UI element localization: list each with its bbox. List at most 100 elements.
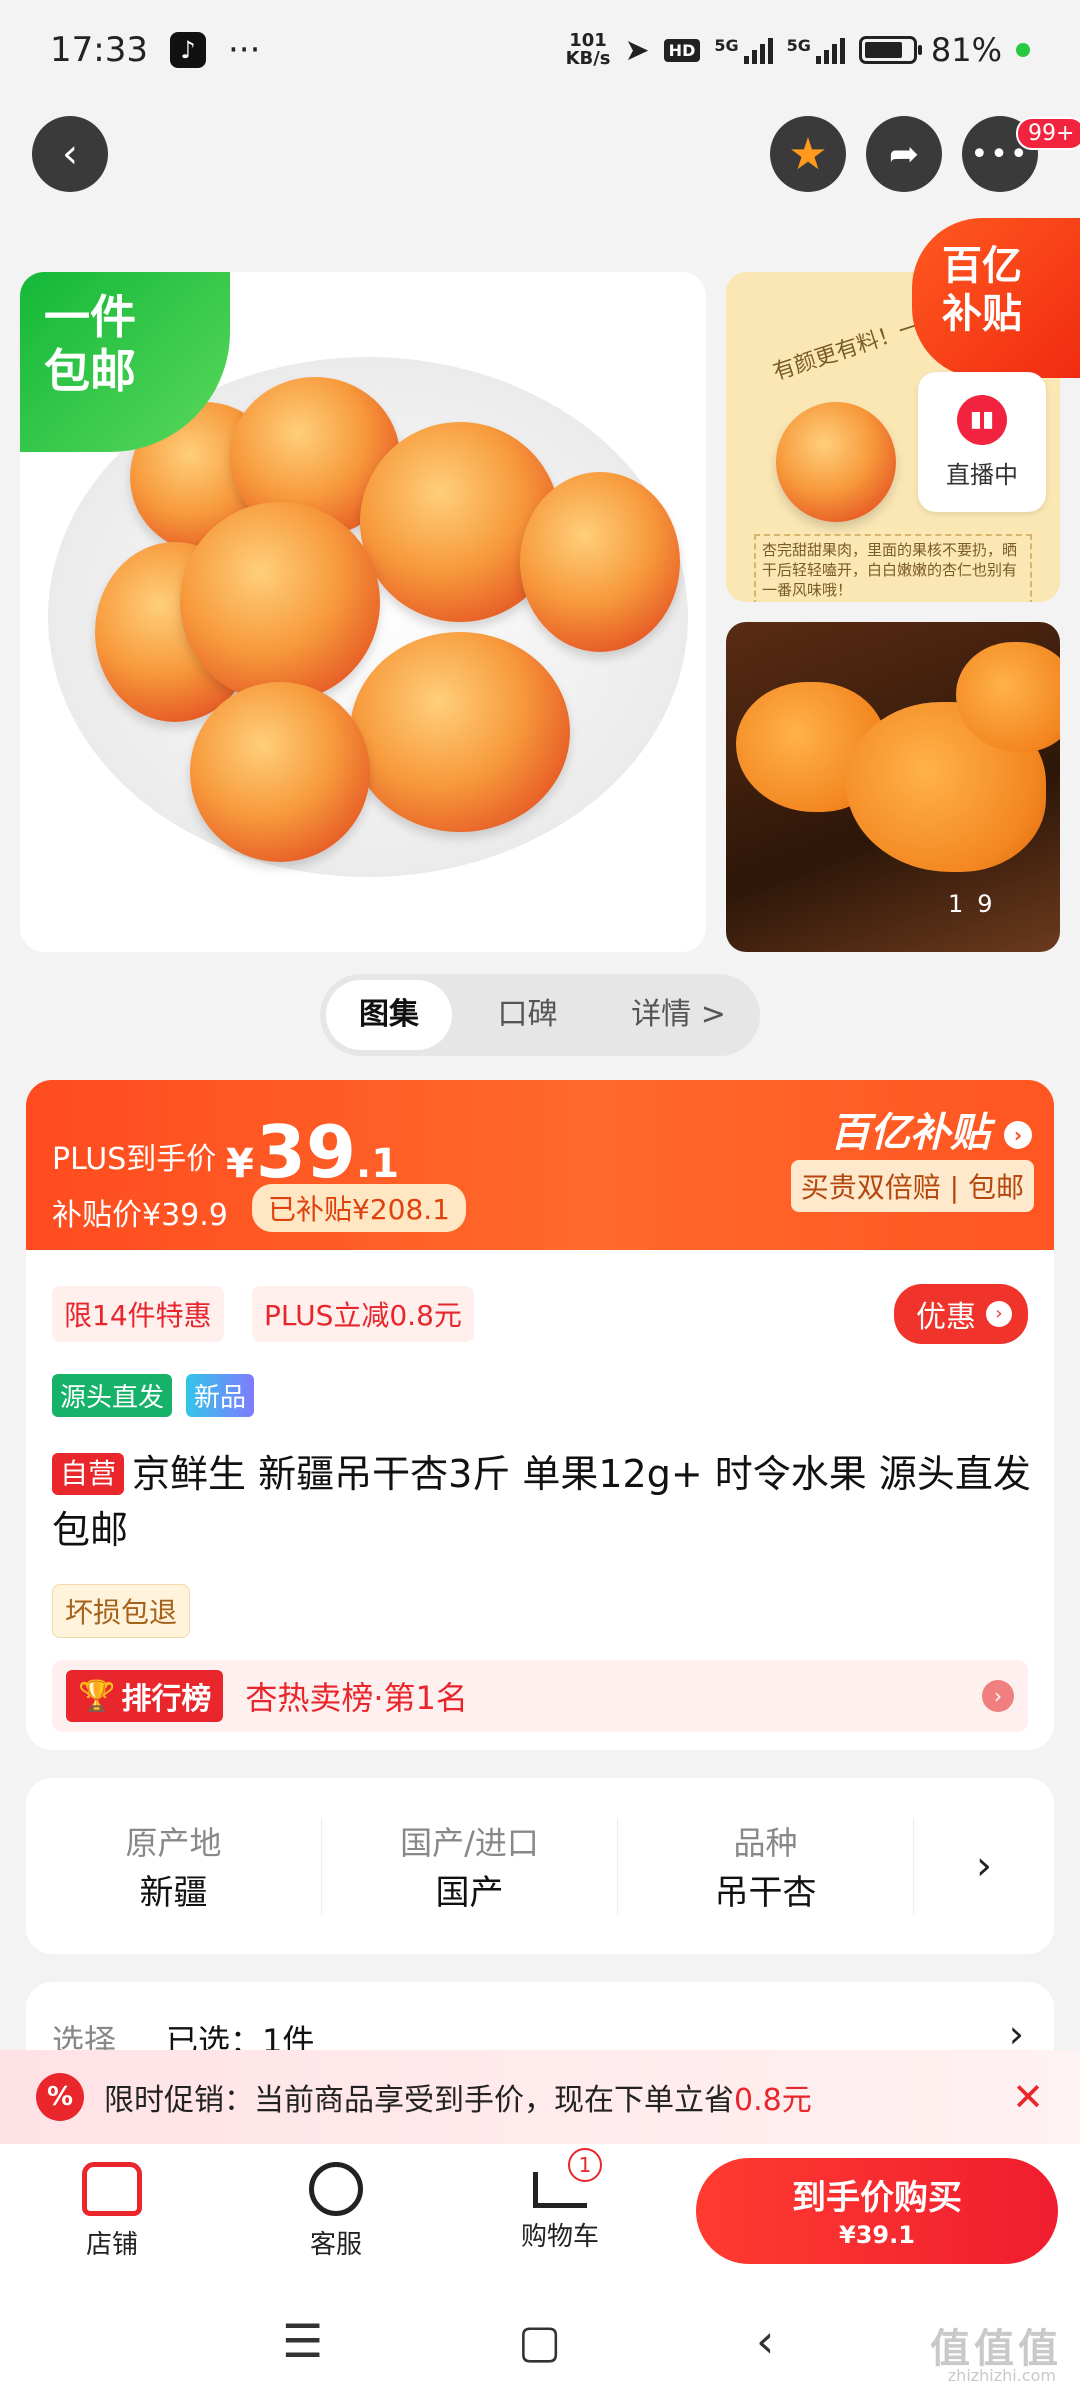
tab-gallery[interactable]: 图集 [326, 980, 452, 1050]
subsidy-badge-line1: 百亿 [942, 243, 1022, 289]
apricot-graphic [520, 472, 680, 652]
back-button[interactable]: ‹ [32, 116, 108, 192]
customer-service-button[interactable]: 客服 [276, 2162, 396, 2261]
apricot-graphic [180, 502, 380, 702]
status-more-dots: ··· [227, 30, 261, 70]
location-icon: ➤ [624, 32, 650, 68]
apricot-graphic [190, 682, 370, 862]
customer-service-label: 客服 [309, 2230, 362, 2260]
percent-icon: % [36, 2073, 84, 2121]
ranking-bar[interactable]: 🏆 排行榜 杏热卖榜·第1名 › [52, 1660, 1028, 1732]
buy-now-button[interactable]: 到手价购买 ¥39.1 [696, 2158, 1058, 2264]
apricot-graphic [776, 402, 896, 522]
privacy-indicator-dot [1016, 43, 1030, 57]
promo-banner[interactable]: % 限时促销：当前商品享受到手价，现在下单立省 0.8元 ✕ [0, 2050, 1080, 2144]
network-type-1: 5G [714, 36, 739, 55]
attribute-key: 国产/进口 [400, 1824, 539, 1862]
shop-button[interactable]: 店铺 [52, 2162, 172, 2261]
gallery-tabs: 图集 口碑 详情 > [320, 974, 760, 1056]
product-title-text: 京鲜生 新疆吊干杏3斤 单果12g+ 时令水果 源头直发包邮 [52, 1452, 1031, 1552]
price-currency: ¥ [226, 1141, 254, 1187]
signal-icon-2: 5G [787, 36, 845, 64]
apricot-graphic [350, 632, 570, 832]
trophy-icon: 🏆 [78, 1678, 116, 1714]
plus-price-label: PLUS到手价 [52, 1142, 217, 1177]
ranking-badge-label: 排行榜 [121, 1682, 212, 1717]
subsidy-price: 补贴价¥39.9 [52, 1198, 228, 1233]
side-image-note: 杏完甜甜果肉，里面的果核不要扔，晒干后轻轻嗑开，白白嫩嫩的杏仁也别有一番风味哦！ [754, 534, 1032, 602]
self-operated-tag: 自营 [52, 1453, 125, 1495]
final-price: ¥39.1 [226, 1110, 399, 1194]
image-counter-current: 1 [948, 890, 978, 918]
ranking-badge: 🏆 排行榜 [66, 1670, 224, 1722]
chat-icon [309, 2162, 363, 2216]
price-integer: 39 [255, 1110, 357, 1194]
battery-icon [858, 36, 922, 64]
cart-button[interactable]: 购物车 [500, 2162, 620, 2253]
subsidy-logo-text: 百亿补贴 [830, 1110, 991, 1156]
price-card: PLUS到手价 ¥39.1 补贴价¥39.9 已补贴¥208.1 百亿补贴 › … [26, 1080, 1054, 1250]
live-label: 直播中 [946, 460, 1018, 489]
subsidy-corner-badge: 百亿 补贴 [912, 218, 1080, 378]
battery-level: 81% [930, 31, 1002, 69]
subsidy-logo[interactable]: 百亿补贴 › [830, 1100, 1032, 1158]
tab-reviews[interactable]: 口碑 [452, 980, 603, 1050]
source-direct-tag: 源头直发 [52, 1374, 173, 1417]
tab-details[interactable]: 详情 > [603, 980, 754, 1050]
attribute-value: 吊干杏 [714, 1873, 817, 1913]
live-stream-entry[interactable]: ▮▮ 直播中 [918, 372, 1046, 512]
chevron-right-icon: › [986, 1301, 1012, 1327]
attribute-value: 国产 [435, 1873, 504, 1913]
home-icon[interactable]: ▢ [518, 2314, 561, 2368]
attribute-key: 品种 [733, 1824, 798, 1862]
network-type-2: 5G [786, 36, 811, 55]
shop-label: 店铺 [85, 2230, 138, 2260]
attribute-origin: 原产地 新疆 [26, 1818, 322, 1914]
cart-label: 购物车 [520, 2222, 599, 2252]
subsidy-badge-line2: 补贴 [942, 291, 1022, 337]
share-button[interactable]: ➦ [866, 116, 942, 192]
share-icon: ➦ [888, 133, 920, 175]
price-decimal: .1 [356, 1141, 400, 1187]
damage-refund-tag: 坏损包退 [52, 1584, 191, 1638]
main-product-image[interactable]: 一件包邮 [20, 272, 706, 952]
attribute-domestic-import: 国产/进口 国产 [322, 1818, 618, 1914]
back-icon[interactable]: ‹ [756, 2314, 774, 2368]
menu-icon[interactable]: ☰ [282, 2314, 323, 2368]
close-icon[interactable]: ✕ [1012, 2075, 1044, 2119]
attribute-key: 原产地 [125, 1824, 222, 1862]
attribute-value: 新疆 [139, 1873, 208, 1913]
image-counter: 19 [948, 890, 1007, 918]
subsidy-amount-tag: 已补贴¥208.1 [252, 1184, 466, 1232]
chevron-right-icon: › [982, 1680, 1014, 1712]
notification-badge: 99+ [1016, 117, 1080, 150]
product-info-card: 限14件特惠 PLUS立减0.8元 优惠 › 源头直发 新品 自营 京鲜生 新疆吊… [26, 1250, 1054, 1750]
system-nav-bar: ☰ ▢ ‹ [0, 2284, 1080, 2400]
side-image-2[interactable] [726, 622, 1060, 952]
net-speed-unit: KB/s [565, 48, 611, 69]
chevron-right-icon: › [1004, 1121, 1032, 1149]
status-time: 17:33 [50, 30, 148, 70]
limited-offer-chip: 限14件特惠 [52, 1286, 224, 1342]
chevron-right-icon[interactable]: › [914, 1843, 1054, 1889]
buy-now-label: 到手价购买 [792, 2178, 962, 2218]
coupon-button[interactable]: 优惠 › [894, 1284, 1028, 1344]
ranking-text: 杏热卖榜·第1名 [245, 1679, 468, 1717]
back-arrow-icon: ‹ [62, 131, 78, 177]
hd-icon: HD [663, 38, 701, 62]
star-icon: ★ [788, 128, 828, 180]
coupon-label: 优惠 [916, 1300, 976, 1335]
live-icon: ▮▮ [957, 394, 1007, 445]
favorite-button[interactable]: ★ [770, 116, 846, 192]
attributes-card[interactable]: 原产地 新疆 国产/进口 国产 品种 吊干杏 › [26, 1778, 1054, 1954]
free-shipping-label: 一件包邮 [44, 290, 136, 398]
status-bar: 17:33 ♪ ··· 101 KB/s ➤ HD 5G 5G 81% [0, 0, 1080, 100]
promo-text: 限时促销：当前商品享受到手价，现在下单立省 [104, 2083, 734, 2118]
bottom-action-bar: 店铺 客服 购物车 1 到手价购买 ¥39.1 [0, 2144, 1080, 2284]
image-counter-total: 9 [977, 890, 1007, 918]
watermark-url: zhizhizhi.com [947, 2366, 1056, 2385]
attribute-variety: 品种 吊干杏 [618, 1818, 914, 1914]
new-product-tag: 新品 [186, 1374, 255, 1417]
plus-discount-chip: PLUS立减0.8元 [252, 1286, 474, 1342]
product-title: 自营 京鲜生 新疆吊干杏3斤 单果12g+ 时令水果 源头直发包邮 [52, 1446, 1032, 1558]
